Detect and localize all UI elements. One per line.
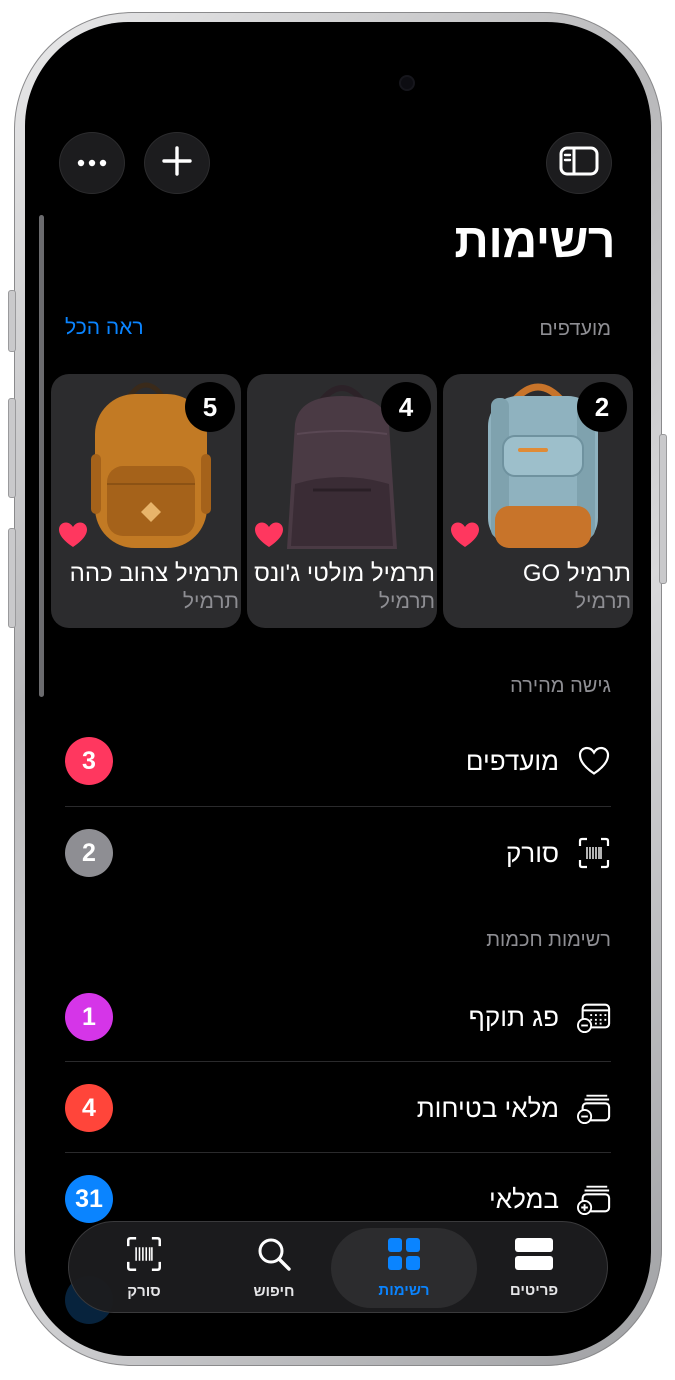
favorites-carousel: 2 תרמיל GO תרמיל 4 תרמיל מולטי ג'ונס תרמ… (51, 374, 633, 628)
count-badge: 3 (65, 737, 113, 785)
list-row-scanner[interactable]: סורק 2 (65, 808, 611, 898)
list-row-safety-stock[interactable]: מלאי בטיחות 4 (65, 1063, 611, 1153)
sidebar-icon (559, 145, 599, 182)
card-title: תרמיל מולטי ג'ונס (254, 560, 435, 587)
list-row-label: מועדפים (465, 745, 559, 776)
card-category: תרמיל (182, 590, 239, 613)
barcode-scan-icon (577, 836, 611, 870)
tab-label: פריטים (509, 1282, 559, 1299)
favorite-card[interactable]: 5 תרמיל צהוב כהה תרמיל (51, 374, 241, 628)
scroll-indicator[interactable] (39, 215, 44, 697)
tab-label: רשימות (378, 1282, 430, 1299)
item-count-badge: 5 (185, 382, 235, 432)
power-button (659, 434, 667, 584)
count-badge: 2 (65, 829, 113, 877)
tab-label: חיפוש (253, 1283, 295, 1300)
tab-lists[interactable]: רשימות (331, 1228, 477, 1308)
count-badge: 31 (65, 1175, 113, 1223)
see-all-link[interactable]: ראה הכל (65, 316, 144, 340)
favorite-card[interactable]: 2 תרמיל GO תרמיל (443, 374, 633, 628)
plus-icon (161, 145, 193, 182)
page-title: רשימות (454, 215, 615, 268)
favorites-section-label: מועדפים (539, 318, 611, 340)
divider (65, 1152, 611, 1153)
count-badge: 4 (65, 1084, 113, 1132)
quick-access-section-label: גישה מהירה (510, 675, 611, 697)
card-title: תרמיל צהוב כהה (69, 560, 239, 587)
tab-items[interactable]: פריטים (469, 1222, 599, 1314)
calendar-minus-icon (577, 1000, 611, 1034)
divider (65, 806, 611, 807)
sidebar-toggle-button[interactable] (546, 132, 612, 194)
grid-icon (387, 1237, 421, 1276)
heart-icon[interactable] (255, 522, 283, 553)
item-count-badge: 2 (577, 382, 627, 432)
screen: רשימות מועדפים ראה הכל 2 תרמיל GO תרמיל (25, 22, 651, 1356)
action-button (8, 290, 16, 352)
stack-plus-icon (577, 1182, 611, 1216)
smart-lists-section-label: רשימות חכמות (486, 929, 611, 951)
card-category: תרמיל (574, 590, 631, 613)
search-icon (256, 1236, 292, 1277)
more-button[interactable] (59, 132, 125, 194)
heart-icon[interactable] (59, 522, 87, 553)
list-row-favorites[interactable]: מועדפים 3 (65, 716, 611, 806)
list-row-label: במלאי (488, 1183, 559, 1214)
favorite-card[interactable]: 4 תרמיל מולטי ג'ונס תרמיל (247, 374, 437, 628)
list-row-label: מלאי בטיחות (416, 1092, 559, 1123)
tab-search[interactable]: חיפוש (209, 1222, 339, 1314)
card-title: תרמיל GO (522, 560, 631, 587)
items-icon (514, 1237, 554, 1276)
front-camera (399, 75, 415, 91)
heart-icon[interactable] (451, 522, 479, 553)
stack-minus-icon (577, 1091, 611, 1125)
card-category: תרמיל (378, 590, 435, 613)
tab-bar: סורק חיפוש רשימות פריטים (68, 1221, 608, 1313)
tab-scanner[interactable]: סורק (79, 1222, 209, 1314)
list-row-label: סורק (505, 837, 559, 868)
ellipsis-icon (77, 154, 107, 172)
barcode-scan-icon (126, 1236, 162, 1277)
add-button[interactable] (144, 132, 210, 194)
tab-label: סורק (127, 1283, 161, 1300)
list-row-expired[interactable]: פג תוקף 1 (65, 972, 611, 1062)
volume-down-button (8, 528, 16, 628)
count-badge: 1 (65, 993, 113, 1041)
volume-up-button (8, 398, 16, 498)
heart-icon (577, 744, 611, 778)
item-count-badge: 4 (381, 382, 431, 432)
divider (65, 1061, 611, 1062)
list-row-label: פג תוקף (468, 1001, 559, 1032)
